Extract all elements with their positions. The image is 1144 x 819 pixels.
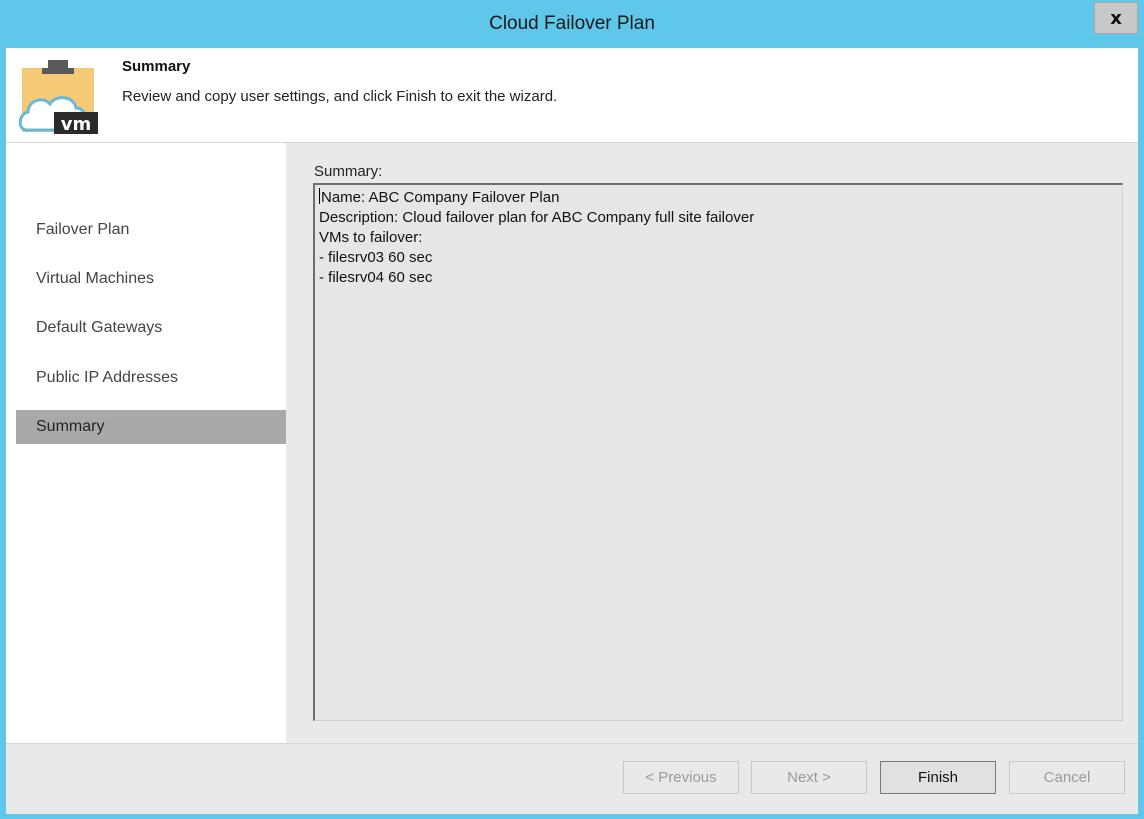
summary-text-box[interactable]: Name: ABC Company Failover Plan Descript… [313,183,1123,721]
summary-line: Name: ABC Company Failover Plan [319,188,1118,208]
summary-line-vm-2: - filesrv04 60 sec [319,269,433,286]
summary-line-description: Description: Cloud failover plan for ABC… [319,209,755,226]
header-title: Summary [122,58,191,75]
nav-item-summary[interactable]: Summary [16,410,286,444]
header-subtitle: Review and copy user settings, and click… [122,88,558,105]
wizard-steps-nav: Failover Plan Virtual Machines Default G… [6,143,286,743]
previous-button[interactable]: < Previous [623,761,739,794]
summary-line-name: Name: ABC Company Failover Plan [321,189,560,206]
close-button[interactable]: x [1094,2,1138,34]
nav-item-default-gateways[interactable]: Default Gateways [16,311,286,345]
next-button[interactable]: Next > [751,761,867,794]
summary-panel: Summary: Name: ABC Company Failover Plan… [286,143,1138,743]
wizard-header: vm Summary Review and copy user settings… [6,48,1138,143]
vm-icon-text: vm [61,114,92,135]
cancel-button[interactable]: Cancel [1009,761,1125,794]
summary-line-vms-header: VMs to failover: [319,229,423,246]
title-bar[interactable]: Cloud Failover Plan x [0,0,1144,48]
nav-item-public-ip-addresses[interactable]: Public IP Addresses [16,361,286,395]
wizard-window: Cloud Failover Plan x vm Summary Review … [0,0,1144,819]
wizard-footer: < Previous Next > Finish Cancel [6,743,1138,814]
summary-line-vm-1: - filesrv03 60 sec [319,249,433,266]
text-caret [319,188,320,204]
window-title: Cloud Failover Plan [489,13,655,34]
summary-label: Summary: [314,163,383,180]
close-icon: x [1110,7,1122,29]
finish-button[interactable]: Finish [880,761,996,794]
nav-item-virtual-machines[interactable]: Virtual Machines [16,262,286,296]
clipboard-vm-icon: vm [18,60,98,135]
wizard-client-area: vm Summary Review and copy user settings… [6,48,1138,814]
nav-item-failover-plan[interactable]: Failover Plan [16,213,286,247]
